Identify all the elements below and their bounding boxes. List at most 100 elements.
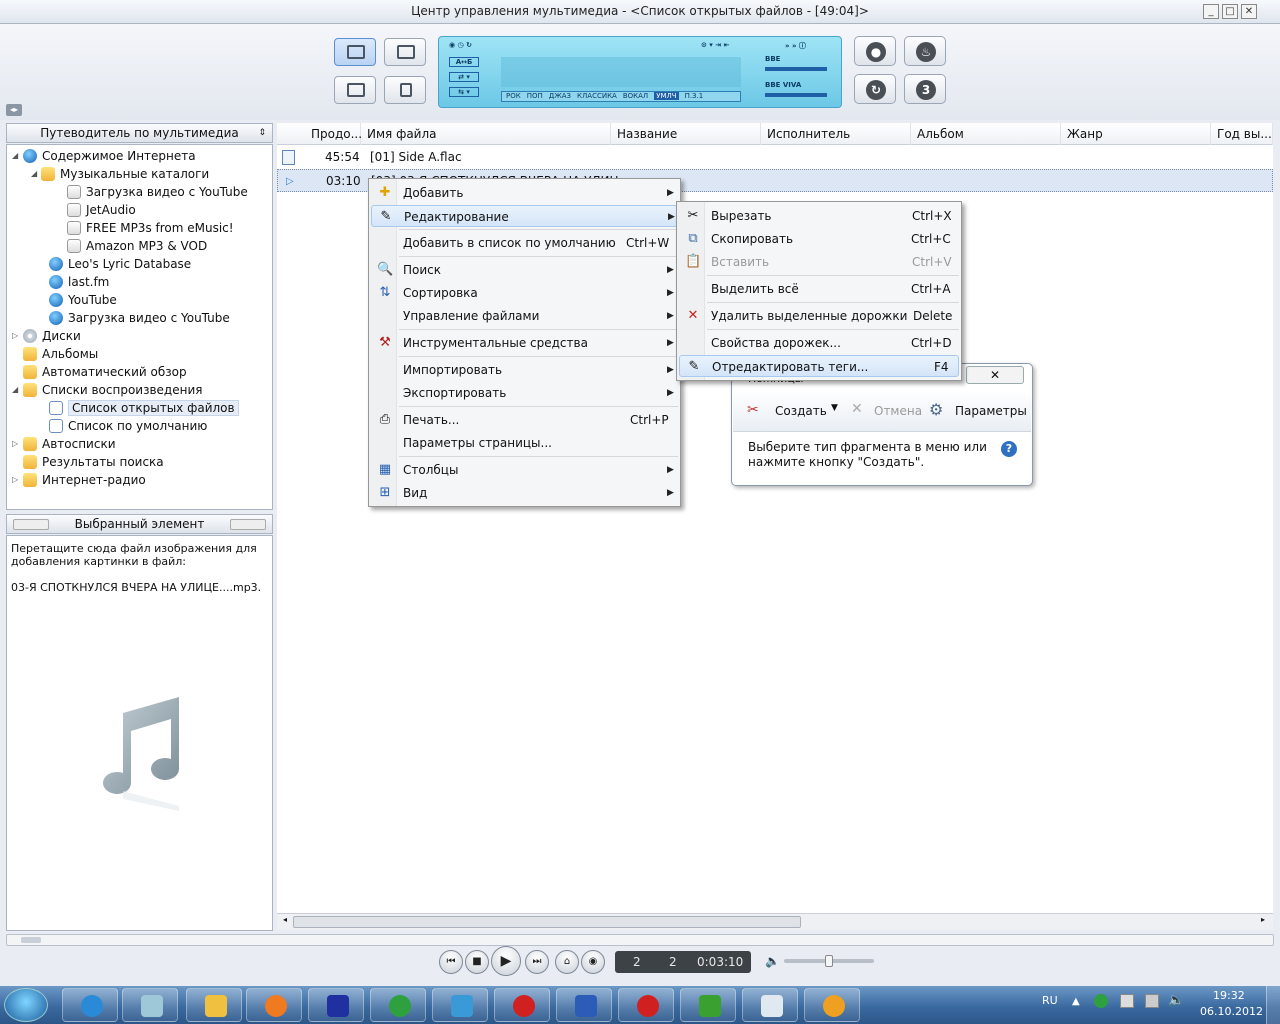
- collapse-arrow-icon[interactable]: ◢: [12, 385, 18, 394]
- taskbar-app-snipping[interactable]: [742, 988, 798, 1022]
- table-row[interactable]: 45:54 [01] Side A.flac: [277, 146, 1273, 169]
- help-icon[interactable]: ?: [1001, 441, 1017, 457]
- play-button[interactable]: ▶: [491, 946, 521, 976]
- expand-arrow-icon[interactable]: ▷: [12, 475, 18, 484]
- horizontal-scrollbar[interactable]: ◂ ▸: [277, 913, 1273, 930]
- menu-item-file-management[interactable]: Управление файлами ▶: [371, 305, 678, 327]
- menu-item-track-properties[interactable]: Свойства дорожек... Ctrl+D: [679, 332, 959, 354]
- expand-arrow-icon[interactable]: ▷: [12, 439, 18, 448]
- menu-item-copy[interactable]: ⧉ Скопировать Ctrl+C: [679, 228, 959, 250]
- eq-preset-поп[interactable]: ПОП: [527, 92, 543, 100]
- tree-item-emusic[interactable]: FREE MP3s from eMusic!: [67, 219, 234, 237]
- shuffle-mode-button[interactable]: ⇆ ▾: [449, 87, 479, 97]
- taskbar-app-notes[interactable]: [122, 988, 178, 1022]
- menu-item-select-all[interactable]: Выделить всё Ctrl+A: [679, 278, 959, 300]
- col-title[interactable]: Название: [611, 123, 761, 145]
- eq-preset-умлч[interactable]: УМЛЧ: [654, 92, 679, 100]
- taskbar-app-download[interactable]: [370, 988, 426, 1022]
- taskbar-app-utorrent[interactable]: [680, 988, 736, 1022]
- menu-item-search[interactable]: 🔍 Поиск ▶: [371, 259, 678, 281]
- eq-preset-классика[interactable]: КЛАССИКА: [577, 92, 617, 100]
- menu-item-import[interactable]: Импортировать ▶: [371, 359, 678, 381]
- eq-preset-джаз[interactable]: ДЖАЗ: [549, 92, 571, 100]
- tree-item-default-list[interactable]: Список по умолчанию: [49, 417, 207, 435]
- volume-tray-icon[interactable]: 🔈: [1168, 993, 1184, 1008]
- col-artist[interactable]: Исполнитель: [761, 123, 911, 145]
- scroll-left-icon[interactable]: ◂: [283, 915, 287, 924]
- language-indicator[interactable]: RU: [1042, 994, 1058, 1007]
- menu-item-print[interactable]: ⎙ Печать... Ctrl+P: [371, 409, 678, 431]
- record-button[interactable]: ●: [854, 36, 896, 66]
- collapse-toolbar-icon[interactable]: ◂▸: [6, 104, 22, 116]
- view-list-button[interactable]: [334, 38, 376, 66]
- menu-item-tools[interactable]: ⚒ Инструментальные средства ▶: [371, 332, 678, 354]
- tree-item-search-results[interactable]: Результаты поиска: [23, 453, 164, 471]
- speaker-icon[interactable]: 🔈: [765, 954, 780, 968]
- sort-arrows-icon[interactable]: ⇕: [258, 124, 266, 142]
- tree-item-lyric-db[interactable]: Leo's Lyric Database: [49, 255, 191, 273]
- view-device-button[interactable]: [384, 76, 426, 104]
- tree-item-youtube[interactable]: YouTube: [49, 291, 117, 309]
- view-pc-button[interactable]: [334, 76, 376, 104]
- menu-item-view[interactable]: ⊞ Вид ▶: [371, 482, 678, 504]
- eq-preset-вокал[interactable]: ВОКАЛ: [623, 92, 648, 100]
- col-album[interactable]: Альбом: [911, 123, 1061, 145]
- menu-item-export[interactable]: Экспортировать ▶: [371, 382, 678, 404]
- tree-item-jetaudio[interactable]: JetAudio: [67, 201, 136, 219]
- maximize-button[interactable]: □: [1222, 4, 1238, 19]
- ab-repeat-button[interactable]: A↔Б: [449, 57, 479, 67]
- menu-item-paste[interactable]: 📋 Вставить Ctrl+V: [679, 251, 959, 273]
- tree-item-music-catalogs[interactable]: Музыкальные каталоги: [41, 165, 209, 183]
- previous-button[interactable]: ⏮: [439, 950, 463, 974]
- tree-item-discs[interactable]: Диски: [23, 327, 81, 345]
- scroll-right-icon[interactable]: ▸: [1261, 915, 1265, 924]
- volume-slider[interactable]: [784, 955, 874, 967]
- clock-time[interactable]: 19:32: [1213, 989, 1245, 1002]
- view-monitor-button[interactable]: [384, 38, 426, 66]
- menu-item-sort[interactable]: ⇅ Сортировка ▶: [371, 282, 678, 304]
- eq-preset-bar[interactable]: РОК ПОП ДЖАЗ КЛАССИКА ВОКАЛ УМЛЧ П.З.1: [501, 91, 741, 102]
- tree-item-internet-radio[interactable]: Интернет-радио: [23, 471, 146, 489]
- action-center-icon[interactable]: [1145, 994, 1159, 1008]
- eq-preset-п.з.1[interactable]: П.З.1: [685, 92, 704, 100]
- col-duration[interactable]: Продо...: [277, 123, 362, 145]
- snip-create-button[interactable]: Создать: [775, 404, 827, 418]
- eject-button[interactable]: ◉: [581, 950, 605, 974]
- next-button[interactable]: ⏭: [525, 950, 549, 974]
- menu-item-add-default[interactable]: Добавить в список по умолчанию Ctrl+W: [371, 232, 678, 254]
- taskbar-app-explorer[interactable]: [186, 988, 242, 1022]
- bbe-slider[interactable]: [765, 67, 827, 71]
- col-filename[interactable]: Имя файла: [361, 123, 611, 145]
- expand-arrow-icon[interactable]: ▷: [12, 331, 18, 340]
- snip-cancel-button[interactable]: Отмена: [874, 404, 922, 418]
- snip-options-button[interactable]: Параметры: [955, 404, 1027, 418]
- snip-close-button[interactable]: ✕: [966, 366, 1024, 384]
- repeat-mode-button[interactable]: ⇄ ▾: [449, 72, 479, 82]
- taskbar-app-word[interactable]: [556, 988, 612, 1022]
- tray-app-icon[interactable]: [1094, 994, 1108, 1008]
- menu-item-add[interactable]: ✚ Добавить ▶: [371, 182, 678, 204]
- seek-thumb[interactable]: [21, 937, 41, 943]
- tree-item-amazon[interactable]: Amazon MP3 & VOD: [67, 237, 207, 255]
- scroll-thumb[interactable]: [293, 916, 801, 928]
- taskbar-app-ie[interactable]: [62, 988, 118, 1022]
- taskbar-app-jetaudio[interactable]: [804, 988, 860, 1022]
- menu-item-edit-tags[interactable]: ✎ Отредактировать теги... F4: [679, 355, 959, 377]
- tree-item-auto-browse[interactable]: Автоматический обзор: [23, 363, 187, 381]
- tree-item-internet[interactable]: Содержимое Интернета: [23, 147, 196, 165]
- tree-item-open-files[interactable]: Список открытых файлов: [49, 399, 239, 417]
- taskbar-app-opera-2[interactable]: [618, 988, 674, 1022]
- col-genre[interactable]: Жанр: [1061, 123, 1211, 145]
- col-year[interactable]: Год вы...: [1211, 123, 1273, 145]
- menu-item-delete-tracks[interactable]: ✕ Удалить выделенные дорожки Delete: [679, 305, 959, 327]
- menu-item-cut[interactable]: ✂ Вырезать Ctrl+X: [679, 205, 959, 227]
- pane-options-icon[interactable]: [230, 519, 266, 530]
- taskbar-app-opera-1[interactable]: [494, 988, 550, 1022]
- eq-preset-рок[interactable]: РОК: [506, 92, 521, 100]
- tree-item-albums[interactable]: Альбомы: [23, 345, 98, 363]
- tree-item-autolists[interactable]: Автосписки: [23, 435, 116, 453]
- taskbar-app-save[interactable]: [308, 988, 364, 1022]
- show-hidden-icons[interactable]: ▲: [1072, 996, 1080, 1007]
- menu-item-page-setup[interactable]: Параметры страницы...: [371, 432, 678, 454]
- seek-bar[interactable]: [6, 934, 1274, 946]
